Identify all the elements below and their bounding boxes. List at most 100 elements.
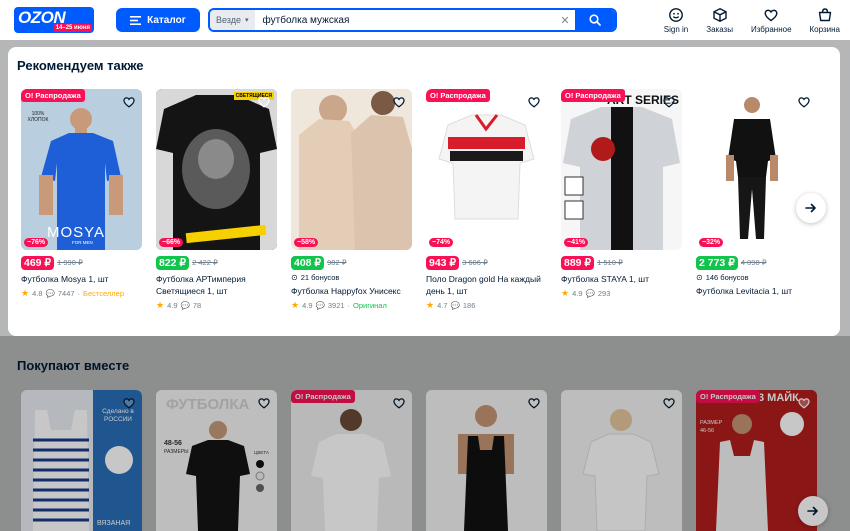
old-price: 3 606 ₽	[462, 258, 488, 267]
product-card[interactable]: СВЕТЯЩИЕСЯ −66% 822 ₽ 2 422 ₽ Футболка А…	[156, 89, 277, 311]
old-price: 2 422 ₽	[192, 258, 218, 267]
catalog-label: Каталог	[147, 14, 186, 26]
product-title[interactable]: Футболка АРТимперия Светящиеся 1, шт	[156, 273, 277, 297]
old-price: 982 ₽	[327, 258, 347, 267]
favorite-heart-icon[interactable]	[392, 95, 406, 109]
header-nav: Sign in Заказы Избранное Корзина	[664, 7, 840, 34]
product-image[interactable]: О! Распродажа −74%	[426, 89, 547, 250]
favorite-heart-icon[interactable]	[662, 95, 676, 109]
comment-icon: 💬	[315, 301, 325, 310]
rating-row: ★ 4.9 💬 78	[156, 300, 277, 311]
original-tag: Оригинал	[353, 301, 387, 310]
price-row: 889 ₽ 1 510 ₽	[561, 255, 682, 270]
bonus-row: ⊙ 146 бонусов	[696, 273, 817, 282]
bundle-product-card[interactable]	[426, 390, 547, 531]
favorite-heart-icon[interactable]	[122, 396, 136, 410]
discount-badge: −58%	[294, 238, 319, 247]
separator: ·	[347, 301, 351, 310]
beige-tshirt-image	[291, 89, 412, 250]
white-tshirt-woman-image	[291, 390, 412, 531]
favorite-heart-icon[interactable]	[797, 396, 811, 410]
carousel-next-button[interactable]	[798, 496, 828, 526]
favorite-heart-icon[interactable]	[392, 396, 406, 410]
bestseller-tag: Бестселлер	[83, 289, 125, 298]
product-card[interactable]: ART SERIES О! Распродажа −41% 889 ₽ 1 51…	[561, 89, 682, 299]
product-image[interactable]: −32%	[696, 89, 817, 250]
heart-icon	[764, 9, 778, 21]
search-icon	[589, 14, 601, 26]
favorite-heart-icon[interactable]	[527, 95, 541, 109]
product-title[interactable]: Футболка Levitacia 1, шт	[696, 285, 817, 297]
brand-overlay: MOSYA	[47, 224, 106, 241]
product-card[interactable]: 100% ХЛОПОК MOSYA FOR MEN О! Распродажа …	[21, 89, 142, 299]
ozon-logo[interactable]: OZON 14–25 июня	[14, 7, 94, 33]
carousel-next-button[interactable]	[796, 193, 826, 223]
knitted-label: ВЯЗАНАЯ	[97, 520, 131, 527]
product-image[interactable]: СВЕТЯЩИЕСЯ −66%	[156, 89, 277, 250]
man-black-outfit-image	[696, 89, 817, 250]
product-title[interactable]: Футболка Happyfox Унисекс	[291, 285, 412, 297]
section-title: Покупают вместе	[17, 358, 130, 373]
product-title[interactable]: Поло Dragon gold На каждый день 1, шт	[426, 273, 547, 297]
box-icon	[712, 7, 727, 22]
comment-icon: 💬	[180, 301, 190, 310]
star-icon: ★	[21, 288, 30, 298]
bundle-product-card[interactable]: О! Распродажа	[291, 390, 412, 531]
favorite-heart-icon[interactable]	[122, 95, 136, 109]
comment-icon: 💬	[450, 301, 460, 310]
product-image[interactable]: 100% ХЛОПОК MOSYA FOR MEN О! Распродажа …	[21, 89, 142, 250]
clear-icon[interactable]: ✕	[555, 14, 575, 27]
product-title[interactable]: Футболка Mosya 1, шт	[21, 273, 142, 285]
bundle-product-card[interactable]	[561, 390, 682, 531]
search-button[interactable]	[575, 10, 615, 30]
favorite-heart-icon[interactable]	[797, 95, 811, 109]
search-scope-select[interactable]: Везде ▾	[210, 10, 255, 30]
product-card[interactable]: −32% 2 773 ₽ 4 098 ₽ ⊙ 146 бонусов Футбо…	[696, 89, 817, 297]
search-input[interactable]: футболка мужская	[255, 15, 555, 26]
rating-value: 4.7	[437, 301, 448, 310]
old-price: 4 098 ₽	[740, 258, 767, 267]
product-image[interactable]: ART SERIES О! Распродажа −41%	[561, 89, 682, 250]
price: 822 ₽	[156, 255, 190, 270]
nav-favorites[interactable]: Избранное	[751, 7, 792, 34]
bundle-product-card[interactable]: ФУТБОЛКА 48-56 РАЗМЕРЫ ЦВЕТА	[156, 390, 277, 531]
product-image[interactable]: −58%	[291, 89, 412, 250]
white-tshirt-blonde-image	[561, 390, 682, 531]
separator: ·	[77, 289, 81, 298]
discount-badge: −32%	[699, 238, 724, 247]
product-title[interactable]: Футболка STAYA 1, шт	[561, 273, 682, 285]
menu-icon	[130, 15, 142, 25]
favorite-heart-icon[interactable]	[527, 396, 541, 410]
site-header: OZON 14–25 июня Каталог Везде ▾ футболка…	[0, 0, 850, 40]
product-card[interactable]: О! Распродажа −74% 943 ₽ 3 606 ₽ Поло Dr…	[426, 89, 547, 311]
search-scope-label: Везде	[216, 15, 241, 25]
favorite-heart-icon[interactable]	[662, 396, 676, 410]
price-row: 943 ₽ 3 606 ₽	[426, 255, 547, 270]
product-card[interactable]: −58% 408 ₽ 982 ₽ ⊙ 21 бонусов Футболка H…	[291, 89, 412, 311]
star-icon: ★	[291, 300, 300, 310]
sale-badge: О! Распродажа	[561, 89, 625, 102]
bonus-icon: ⊙	[291, 273, 298, 282]
old-price: 1 510 ₽	[597, 258, 623, 267]
star-icon: ★	[156, 300, 165, 310]
price-row: 469 ₽ 1 990 ₽	[21, 255, 142, 270]
search-bar: Везде ▾ футболка мужская ✕	[208, 8, 617, 32]
price: 943 ₽	[426, 255, 460, 270]
favorite-heart-icon[interactable]	[257, 95, 271, 109]
nav-orders[interactable]: Заказы	[706, 7, 733, 34]
price: 408 ₽	[291, 255, 325, 270]
smile-icon	[669, 7, 683, 22]
favorite-heart-icon[interactable]	[257, 396, 271, 410]
bundle-product-card[interactable]: Сделано в РОССИИ ВЯЗАНАЯ	[21, 390, 142, 531]
pack-label: 3 МАЙК	[758, 392, 799, 404]
rating-value: 4.8	[32, 289, 43, 298]
bonus-row: ⊙ 21 бонусов	[291, 273, 412, 282]
chevron-down-icon: ▾	[245, 17, 249, 24]
catalog-button[interactable]: Каталог	[116, 8, 200, 32]
discount-badge: −66%	[159, 238, 184, 247]
bonus-text: 146 бонусов	[705, 273, 749, 282]
review-count: 293	[597, 289, 611, 298]
logo-promo: 14–25 июня	[53, 24, 92, 32]
nav-cart[interactable]: Корзина	[810, 7, 840, 34]
nav-sign-in[interactable]: Sign in	[664, 7, 688, 34]
